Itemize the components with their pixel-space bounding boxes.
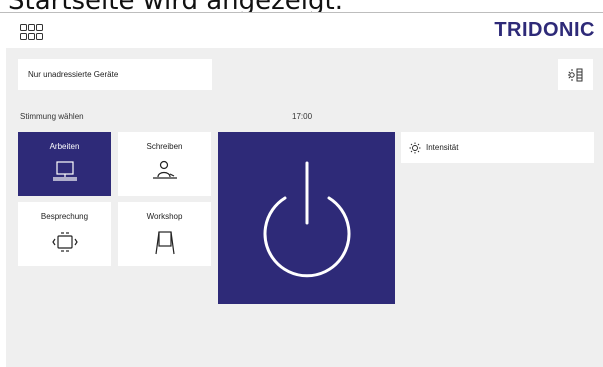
scene-label: Besprechung xyxy=(40,212,89,221)
app-window: TRIDONIC Nur unadressierte Geräte Stimmu… xyxy=(6,13,603,367)
scene-tile-besprechung[interactable]: Besprechung xyxy=(18,202,111,266)
app-grid-icon xyxy=(20,24,43,40)
filter-unaddressed-devices[interactable]: Nur unadressierte Geräte xyxy=(18,59,212,90)
sun-icon xyxy=(409,142,421,154)
scene-label: Schreiben xyxy=(146,142,183,151)
clock-time: 17:00 xyxy=(292,112,313,121)
room-settings-icon xyxy=(567,68,582,81)
meeting-table-icon xyxy=(51,232,78,252)
room-settings-button[interactable] xyxy=(558,59,593,90)
power-icon xyxy=(263,161,350,278)
scene-label: Arbeiten xyxy=(49,142,80,151)
intensity-control[interactable]: Intensität xyxy=(401,132,594,163)
scene-tile-workshop[interactable]: Workshop xyxy=(118,202,211,266)
scene-label: Workshop xyxy=(146,212,183,221)
filter-label: Nur unadressierte Geräte xyxy=(28,70,119,79)
scene-tile-schreiben[interactable]: Schreiben xyxy=(118,132,211,196)
brand-logo: TRIDONIC xyxy=(494,19,595,41)
flipchart-icon xyxy=(154,231,175,255)
app-grid-button[interactable] xyxy=(20,24,44,40)
power-button[interactable] xyxy=(218,132,395,304)
person-writing-icon xyxy=(152,160,177,179)
scene-section-title: Stimmung wählen xyxy=(20,112,84,121)
desk-monitor-icon xyxy=(52,161,77,181)
header-bar: TRIDONIC xyxy=(6,13,603,48)
intensity-label: Intensität xyxy=(426,143,459,152)
scene-tile-arbeiten[interactable]: Arbeiten xyxy=(18,132,111,196)
